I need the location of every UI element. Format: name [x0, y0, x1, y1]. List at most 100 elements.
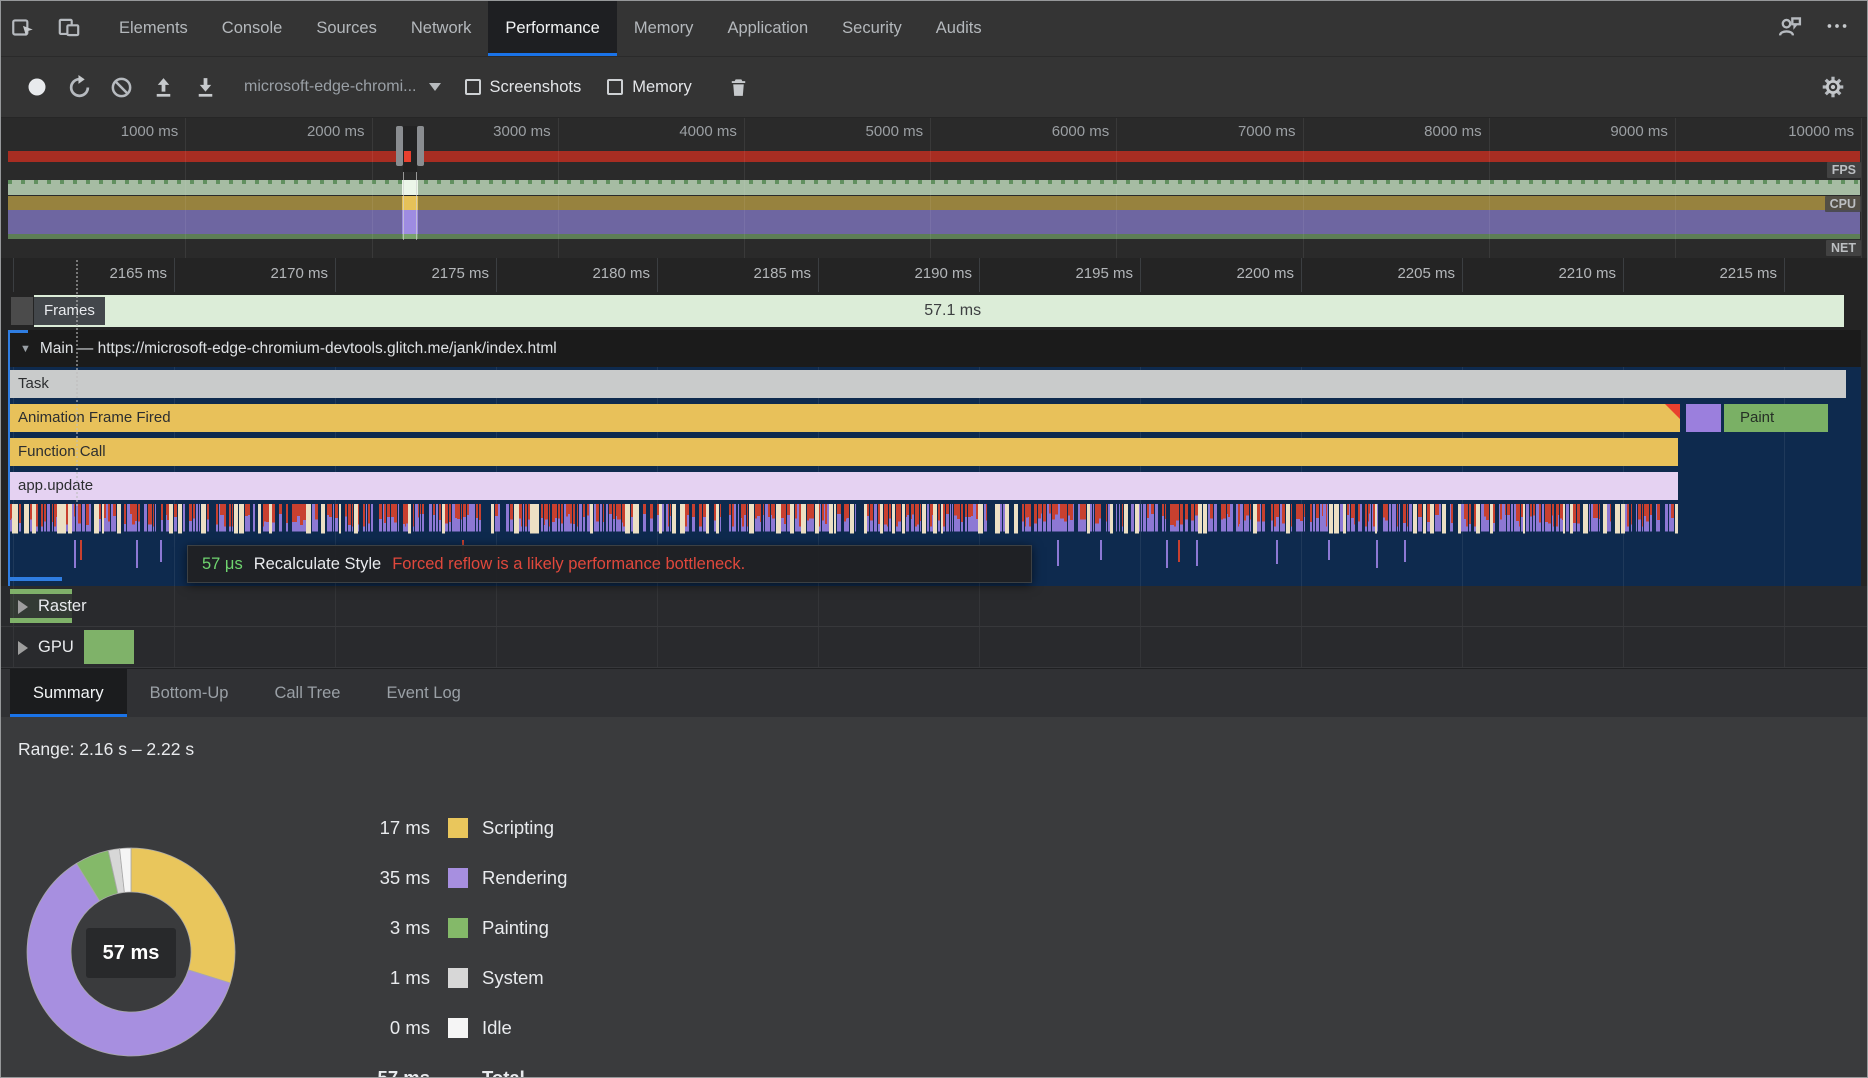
flame-bar-app-update[interactable]: app.update — [10, 472, 1678, 500]
ruler-tick-label: 2215 ms — [1719, 265, 1777, 282]
selection-edge-right — [416, 172, 417, 240]
inspect-element-icon[interactable] — [0, 0, 46, 56]
ruler-tick-label: 2190 ms — [914, 265, 972, 282]
tab-audits[interactable]: Audits — [919, 0, 999, 56]
disclosure-down-icon[interactable]: ▼ — [20, 343, 31, 355]
profile-select-value: microsoft-edge-chromi... — [244, 78, 417, 96]
detail-ruler: 2165 ms2170 ms2175 ms2180 ms2185 ms2190 … — [0, 258, 1868, 292]
disclosure-right-icon[interactable] — [18, 600, 28, 614]
ruler-gridline — [372, 118, 373, 258]
performance-toolbar: microsoft-edge-chromi... Screenshots Mem… — [0, 57, 1868, 118]
feedback-icon[interactable] — [1776, 12, 1804, 45]
ruler-gridline — [1303, 118, 1304, 258]
more-options-icon[interactable] — [1824, 13, 1850, 44]
tab-performance[interactable]: Performance — [488, 0, 616, 56]
legend-value: 0 ms — [300, 1017, 430, 1039]
tab-memory[interactable]: Memory — [617, 0, 711, 56]
disclosure-right-icon[interactable] — [18, 641, 28, 655]
tab-sources[interactable]: Sources — [299, 0, 394, 56]
main-track-header[interactable]: ▼ Main — https://microsoft-edge-chromium… — [10, 330, 1861, 367]
cpu-chart-painting — [8, 234, 1860, 239]
ruler-gridline — [930, 118, 931, 258]
gear-icon[interactable] — [1812, 67, 1854, 107]
long-task-strip — [8, 151, 1860, 162]
ruler-tick-label: 2165 ms — [109, 265, 167, 282]
fps-chart — [8, 180, 1860, 195]
ruler-tick-label: 2200 ms — [1236, 265, 1294, 282]
ruler-gridline — [558, 118, 559, 258]
tab-application[interactable]: Application — [710, 0, 825, 56]
summary-legend: 17 msScripting35 msRendering3 msPainting… — [300, 803, 567, 1078]
ruler-tick-label: 2185 ms — [753, 265, 811, 282]
tab-network[interactable]: Network — [394, 0, 489, 56]
trash-icon[interactable] — [718, 67, 760, 107]
chevron-down-icon — [429, 83, 441, 91]
activity-strip[interactable] — [10, 504, 1678, 536]
legend-total-label: Total — [482, 1067, 525, 1078]
memory-label: Memory — [632, 78, 692, 97]
flame-bar-paint[interactable]: Paint — [1724, 404, 1828, 432]
flame-bar-task[interactable]: Task — [10, 370, 1846, 398]
screenshots-label: Screenshots — [490, 78, 582, 97]
ruler-tick-label: 3000 ms — [493, 123, 551, 140]
legend-swatch — [448, 1018, 468, 1038]
donut-total-label: 57 ms — [86, 928, 176, 978]
selection-handle-right[interactable] — [417, 126, 424, 166]
checkbox-box[interactable] — [607, 79, 623, 95]
raster-track-label: Raster — [38, 586, 87, 627]
screenshots-checkbox[interactable]: Screenshots — [465, 78, 582, 97]
checkbox-box[interactable] — [465, 79, 481, 95]
gpu-activity-block — [84, 630, 134, 664]
ruler-tick-label: 10000 ms — [1788, 123, 1854, 140]
selection-window — [403, 126, 417, 172]
flame-bar-recalc-style[interactable] — [1686, 404, 1721, 432]
cpu-chart-rendering — [8, 210, 1860, 234]
lane-label-fps: FPS — [1827, 162, 1861, 178]
details-tab-bottom-up[interactable]: Bottom-Up — [127, 669, 252, 717]
tab-security[interactable]: Security — [825, 0, 919, 56]
timeline-overview[interactable]: FPSCPUNET 1000 ms2000 ms3000 ms4000 ms50… — [0, 118, 1868, 258]
long-task-warning-icon — [1665, 404, 1680, 419]
record-icon[interactable] — [16, 67, 58, 107]
frames-expand-box[interactable] — [11, 297, 33, 325]
cpu-chart-scripting — [8, 196, 1860, 210]
clear-icon[interactable] — [100, 67, 142, 107]
ruler-gridline — [744, 118, 745, 258]
event-tooltip: 57 μs Recalculate Style Forced reflow is… — [187, 545, 1032, 583]
profile-select[interactable]: microsoft-edge-chromi... — [244, 78, 441, 96]
details-tab-summary[interactable]: Summary — [10, 669, 127, 717]
reload-icon[interactable] — [58, 67, 100, 107]
selection-handle-left[interactable] — [396, 126, 403, 166]
legend-value: 3 ms — [300, 917, 430, 939]
device-toolbar-icon[interactable] — [46, 0, 92, 56]
load-profile-icon[interactable] — [142, 67, 184, 107]
cursor-guideline — [76, 260, 78, 506]
ruler-gridline — [1675, 118, 1676, 258]
ruler-gridline — [1623, 258, 1624, 292]
save-profile-icon[interactable] — [184, 67, 226, 107]
memory-checkbox[interactable]: Memory — [607, 78, 692, 97]
flame-bar-animation-frame-fired[interactable]: Animation Frame Fired — [10, 404, 1680, 432]
frame-duration: 57.1 ms — [924, 297, 981, 325]
details-tab-event-log[interactable]: Event Log — [363, 669, 483, 717]
lane-label-net: NET — [1826, 240, 1861, 256]
frames-track[interactable]: Frames 57.1 ms — [0, 292, 1868, 330]
tab-elements[interactable]: Elements — [102, 0, 205, 56]
panel-tabs: ElementsConsoleSourcesNetworkPerformance… — [102, 0, 999, 56]
details-tabbar: SummaryBottom-UpCall TreeEvent Log — [0, 668, 1868, 717]
legend-value: 35 ms — [300, 867, 430, 889]
ruler-tick-label: 2000 ms — [307, 123, 365, 140]
tabbar-right-controls — [1776, 0, 1868, 56]
details-tab-call-tree[interactable]: Call Tree — [251, 669, 363, 717]
tab-console[interactable]: Console — [205, 0, 300, 56]
legend-label: Rendering — [482, 867, 567, 889]
ruler-tick-label: 2205 ms — [1397, 265, 1455, 282]
flame-bar-function-call[interactable]: Function Call — [10, 438, 1678, 466]
ruler-tick-label: 9000 ms — [1610, 123, 1668, 140]
summary-pane: Range: 2.16 s – 2.22 s 57 ms 17 msScript… — [0, 717, 1868, 1078]
ruler-gridline — [979, 258, 980, 292]
raster-track[interactable]: Raster — [0, 586, 1868, 627]
gpu-track[interactable]: GPU — [0, 627, 1868, 668]
devtools-tabbar: ElementsConsoleSourcesNetworkPerformance… — [0, 0, 1868, 57]
legend-value: 17 ms — [300, 817, 430, 839]
